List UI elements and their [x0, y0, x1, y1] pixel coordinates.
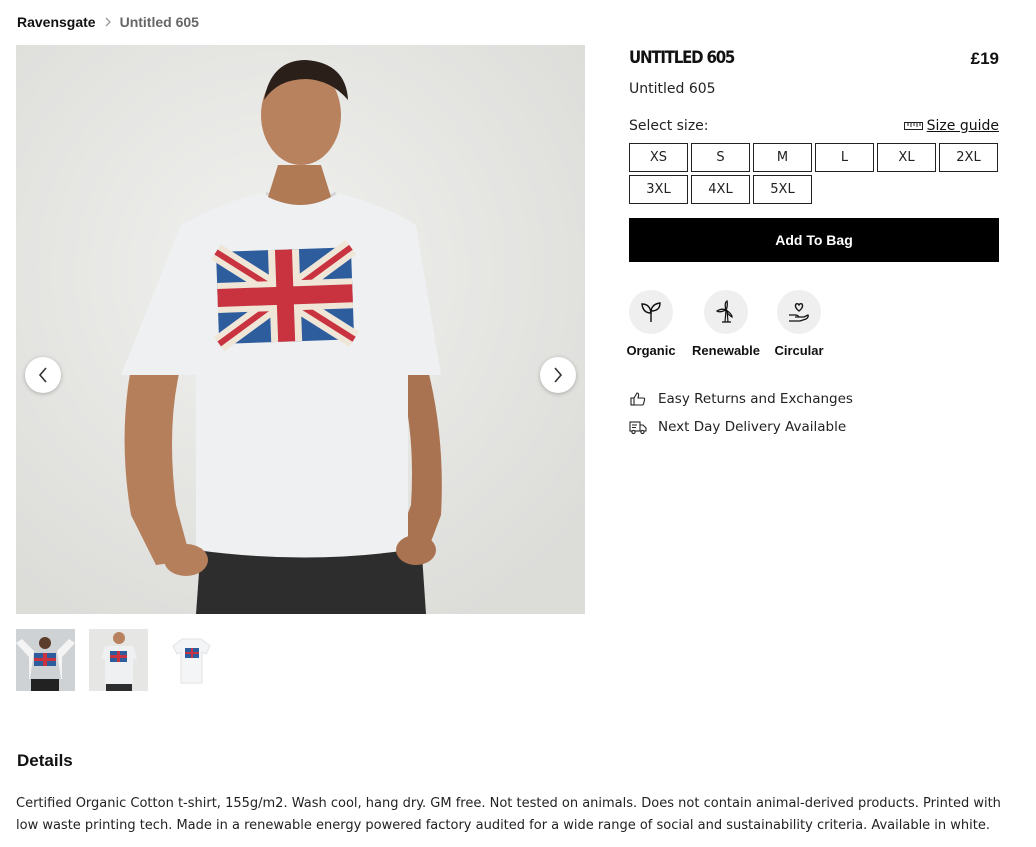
thumbnail-2[interactable] — [89, 629, 148, 691]
delivery-truck-icon — [629, 418, 647, 436]
thumbnail-1[interactable] — [16, 629, 75, 691]
size-option[interactable]: S — [691, 143, 750, 172]
details-heading: Details — [17, 751, 73, 770]
chevron-left-icon — [38, 367, 47, 383]
size-option[interactable]: 5XL — [753, 175, 812, 204]
breadcrumb: Ravensgate Untitled 605 — [17, 14, 199, 30]
chevron-right-icon — [554, 367, 563, 383]
size-guide-label: Size guide — [926, 118, 999, 134]
size-option[interactable]: 3XL — [629, 175, 688, 204]
badge-organic: Organic — [626, 290, 676, 358]
size-guide-link[interactable]: Size guide — [903, 118, 999, 134]
breadcrumb-current: Untitled 605 — [119, 14, 199, 30]
sprout-icon — [629, 290, 673, 334]
breadcrumb-separator-icon — [105, 14, 112, 30]
size-option[interactable]: M — [753, 143, 812, 172]
badge-label: Organic — [626, 343, 676, 358]
thumbnail-strip — [16, 629, 221, 691]
perks-list: Easy Returns and Exchanges Next Day Deli… — [629, 390, 853, 446]
thumbnail-3[interactable] — [162, 629, 221, 691]
badge-label: Circular — [774, 343, 824, 358]
product-name: UNTITLED 605 — [629, 47, 735, 68]
size-options: XS S M L XL 2XL 3XL 4XL 5XL — [629, 143, 999, 204]
badge-label: Renewable — [692, 343, 760, 358]
gallery-prev-button[interactable] — [25, 357, 61, 393]
breadcrumb-home-link[interactable]: Ravensgate — [17, 14, 96, 30]
wind-turbine-icon — [704, 290, 748, 334]
size-option[interactable]: 4XL — [691, 175, 750, 204]
size-option[interactable]: 2XL — [939, 143, 998, 172]
product-price: £19 — [970, 49, 999, 68]
add-to-bag-button[interactable]: Add To Bag — [629, 218, 999, 262]
perk-label: Easy Returns and Exchanges — [658, 391, 853, 407]
product-subtitle: Untitled 605 — [629, 81, 716, 97]
sustainability-badges: Organic Renewable Circular — [626, 290, 847, 358]
size-option[interactable]: L — [815, 143, 874, 172]
main-product-image — [16, 45, 585, 614]
hand-heart-icon — [777, 290, 821, 334]
size-option[interactable]: XL — [877, 143, 936, 172]
gallery-next-button[interactable] — [540, 357, 576, 393]
badge-circular: Circular — [774, 290, 824, 358]
perk-label: Next Day Delivery Available — [658, 419, 847, 435]
ruler-icon — [903, 122, 923, 130]
badge-renewable: Renewable — [692, 290, 760, 358]
size-option[interactable]: XS — [629, 143, 688, 172]
select-size-label: Select size: — [629, 118, 709, 134]
perk-returns: Easy Returns and Exchanges — [629, 390, 853, 408]
product-photo — [16, 45, 585, 614]
thumbs-up-icon — [629, 390, 647, 408]
perk-delivery: Next Day Delivery Available — [629, 418, 853, 436]
details-description: Certified Organic Cotton t-shirt, 155g/m… — [16, 796, 1001, 833]
